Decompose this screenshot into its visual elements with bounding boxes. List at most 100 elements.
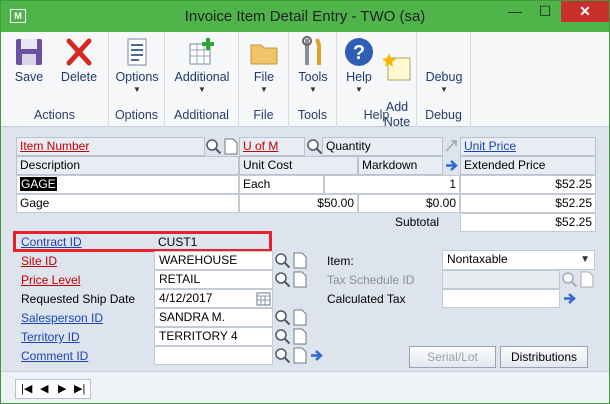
salesperson-label[interactable]: Salesperson ID xyxy=(21,309,103,327)
extended-price-label: Extended Price xyxy=(464,158,546,172)
serial-lot-button[interactable]: Serial/Lot xyxy=(409,346,496,368)
grid-add-icon xyxy=(189,38,214,65)
note-icon xyxy=(382,53,411,81)
form-body: Item Number U of M Quantity Unit Price D… xyxy=(1,127,609,371)
next-record-icon[interactable]: ▶ xyxy=(58,382,66,395)
lookup-icon[interactable] xyxy=(274,309,291,326)
price-level-field[interactable]: RETAIL xyxy=(154,270,273,289)
quantity-label: Quantity xyxy=(326,139,371,153)
lookup-icon[interactable] xyxy=(205,138,222,155)
tools-button[interactable]: Tools ▼ xyxy=(292,36,334,95)
item-number-value: GAGE xyxy=(20,177,57,191)
delete-label: Delete xyxy=(60,70,98,84)
chevron-down-icon: ▼ xyxy=(355,85,363,94)
tax-schedule-label: Tax Schedule ID xyxy=(327,273,415,287)
price-level-label[interactable]: Price Level xyxy=(21,271,80,289)
folder-icon xyxy=(250,44,278,65)
unit-cost-cell[interactable]: $50.00 xyxy=(239,194,358,213)
red-x-icon xyxy=(66,38,92,66)
arrow-right-icon[interactable] xyxy=(561,290,578,307)
markdown-cell[interactable]: $0.00 xyxy=(358,194,460,213)
floppy-icon xyxy=(16,39,42,65)
expand-icon[interactable] xyxy=(443,138,460,155)
chevron-down-icon: ▼ xyxy=(580,254,590,265)
header-item-number[interactable]: Item Number xyxy=(16,137,205,156)
contract-id-highlight xyxy=(13,231,272,252)
description-cell[interactable]: Gage xyxy=(16,194,239,213)
subtotal-label: Subtotal xyxy=(395,215,440,229)
quantity-cell[interactable]: 1 xyxy=(324,175,460,194)
window: M Invoice Item Detail Entry - TWO (sa) —… xyxy=(0,0,610,404)
note-icon[interactable] xyxy=(291,328,308,345)
ribbon: Save Delete Actions Options ▼ Options Ad… xyxy=(1,32,609,129)
maximize-button[interactable]: ☐ xyxy=(531,1,559,22)
first-record-icon[interactable]: |◀ xyxy=(21,382,32,395)
territory-label[interactable]: Territory ID xyxy=(21,328,80,346)
tools-label: Tools xyxy=(298,70,328,84)
last-record-icon[interactable]: ▶| xyxy=(74,382,85,395)
salesperson-field[interactable]: SANDRA M. xyxy=(154,308,273,327)
arrow-right-icon[interactable] xyxy=(443,157,460,174)
file-button[interactable]: File ▼ xyxy=(243,36,285,95)
calc-tax-label: Calculated Tax xyxy=(327,292,406,306)
chevron-down-icon: ▼ xyxy=(440,85,448,94)
lookup-icon[interactable] xyxy=(274,271,291,288)
ribbon-group-debug: Debug ▼ Debug xyxy=(417,32,471,127)
unit-cost-label: Unit Cost xyxy=(243,158,293,172)
chevron-down-icon: ▼ xyxy=(260,85,268,94)
item-number-cell[interactable]: GAGE xyxy=(16,175,239,194)
group-label-help: Help xyxy=(363,108,390,122)
help-button[interactable]: ? Help ▼ xyxy=(340,36,378,95)
save-button[interactable]: Save xyxy=(7,36,51,85)
header-markdown: Markdown xyxy=(358,156,443,175)
note-icon[interactable] xyxy=(222,138,239,155)
arrow-right-icon[interactable] xyxy=(308,347,325,364)
header-unit-price[interactable]: Unit Price xyxy=(460,137,596,156)
calendar-icon[interactable] xyxy=(255,290,272,307)
distributions-button[interactable]: Distributions xyxy=(500,346,588,368)
help-icon: ? xyxy=(345,38,373,66)
note-icon[interactable] xyxy=(291,347,308,364)
header-uofm[interactable]: U of M xyxy=(239,137,305,156)
site-id-label[interactable]: Site ID xyxy=(21,252,57,270)
help-label: Help xyxy=(346,70,372,84)
note-icon xyxy=(580,271,594,288)
header-unit-cost: Unit Cost xyxy=(239,156,358,175)
close-button[interactable]: ✕ xyxy=(561,1,609,22)
description-label: Description xyxy=(20,158,81,172)
lookup-icon[interactable] xyxy=(274,252,291,269)
comment-id-field[interactable] xyxy=(154,346,273,365)
uofm-cell[interactable]: Each xyxy=(239,175,324,194)
group-label-actions: Actions xyxy=(34,108,75,122)
additional-button[interactable]: Additional ▼ xyxy=(169,36,235,95)
subtotal-value: $52.25 xyxy=(460,213,596,232)
ribbon-group-actions: Save Delete Actions xyxy=(1,32,109,127)
ribbon-group-additional: Additional ▼ Additional xyxy=(165,32,239,127)
territory-field[interactable]: TERRITORY 4 xyxy=(154,327,273,346)
group-label-debug: Debug xyxy=(425,108,462,122)
unit-price-label: Unit Price xyxy=(464,139,517,153)
group-label-tools: Tools xyxy=(297,108,328,122)
ribbon-group-options: Options ▼ Options xyxy=(109,32,165,127)
unit-price-cell[interactable]: $52.25 xyxy=(460,175,596,194)
minimize-button[interactable]: — xyxy=(501,1,529,22)
previous-record-icon[interactable]: ◀ xyxy=(40,382,48,395)
note-icon[interactable] xyxy=(291,309,308,326)
options-button[interactable]: Options ▼ xyxy=(111,36,163,95)
tools-icon xyxy=(302,36,321,65)
item-tax-label: Item: xyxy=(327,254,354,268)
debug-button[interactable]: Debug ▼ xyxy=(421,70,467,95)
comment-id-label[interactable]: Comment ID xyxy=(21,347,88,365)
note-icon[interactable] xyxy=(291,252,308,269)
site-id-field[interactable]: WAREHOUSE xyxy=(154,251,273,270)
item-tax-select[interactable]: Nontaxable ▼ xyxy=(442,250,595,270)
uofm-label: U of M xyxy=(243,139,279,153)
lookup-icon[interactable] xyxy=(306,138,323,155)
lookup-icon[interactable] xyxy=(274,328,291,345)
calc-tax-field xyxy=(442,289,560,308)
note-icon[interactable] xyxy=(291,271,308,288)
record-navigator: |◀ ◀ ▶ ▶| xyxy=(15,379,91,399)
header-description: Description xyxy=(16,156,239,175)
lookup-icon[interactable] xyxy=(274,347,291,364)
delete-button[interactable]: Delete xyxy=(55,36,103,85)
